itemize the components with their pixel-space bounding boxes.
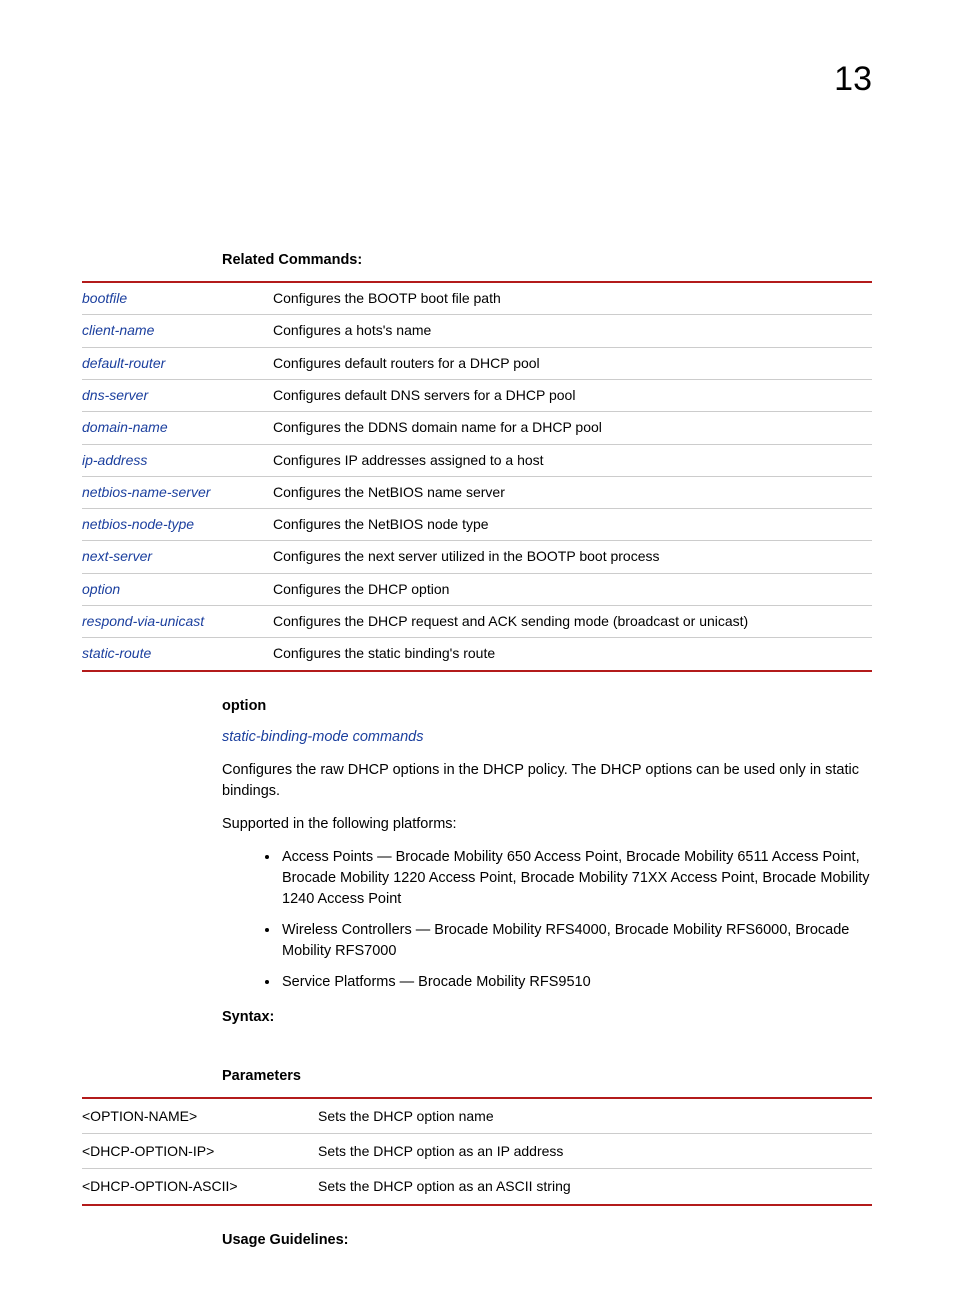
table-row: option Configures the DHCP option <box>82 573 872 605</box>
command-link[interactable]: option <box>82 581 120 597</box>
table-row: ip-address Configures IP addresses assign… <box>82 444 872 476</box>
heading-related-commands: Related Commands: <box>222 250 872 271</box>
list-item: Wireless Controllers — Brocade Mobility … <box>280 920 872 962</box>
command-link[interactable]: default-router <box>82 355 165 371</box>
table-row: next-server Configures the next server ut… <box>82 541 872 573</box>
param-description: Sets the DHCP option name <box>318 1098 872 1134</box>
command-description: Configures default DNS servers for a DHC… <box>273 379 872 411</box>
table-row: netbios-name-server Configures the NetBIO… <box>82 476 872 508</box>
param-name: <DHCP-OPTION-ASCII> <box>82 1169 318 1205</box>
param-description: Sets the DHCP option as an ASCII string <box>318 1169 872 1205</box>
table-row: netbios-node-type Configures the NetBIOS … <box>82 509 872 541</box>
table-row: <DHCP-OPTION-IP>Sets the DHCP option as … <box>82 1134 872 1169</box>
command-description: Configures the DDNS domain name for a DH… <box>273 412 872 444</box>
list-item: Service Platforms — Brocade Mobility RFS… <box>280 972 872 993</box>
command-description: Configures default routers for a DHCP po… <box>273 347 872 379</box>
command-link[interactable]: static-route <box>82 645 151 661</box>
table-row: static-route Configures the static bindin… <box>82 638 872 671</box>
command-link[interactable]: netbios-node-type <box>82 516 194 532</box>
table-row: domain-name Configures the DDNS domain na… <box>82 412 872 444</box>
table-row: client-name Configures a hots's name <box>82 315 872 347</box>
command-link[interactable]: domain-name <box>82 419 168 435</box>
heading-option: option <box>222 696 872 717</box>
heading-syntax: Syntax: <box>222 1007 872 1028</box>
command-description: Configures the NetBIOS node type <box>273 509 872 541</box>
command-description: Configures the DHCP option <box>273 573 872 605</box>
list-item: Access Points — Brocade Mobility 650 Acc… <box>280 847 872 910</box>
command-description: Configures the NetBIOS name server <box>273 476 872 508</box>
command-description: Configures the next server utilized in t… <box>273 541 872 573</box>
command-link[interactable]: respond-via-unicast <box>82 613 204 629</box>
option-description: Configures the raw DHCP options in the D… <box>222 760 872 802</box>
param-name: <OPTION-NAME> <box>82 1098 318 1134</box>
command-link[interactable]: next-server <box>82 548 152 564</box>
command-description: Configures a hots's name <box>273 315 872 347</box>
table-row: <DHCP-OPTION-ASCII>Sets the DHCP option … <box>82 1169 872 1205</box>
command-link[interactable]: netbios-name-server <box>82 484 210 500</box>
command-description: Configures the DHCP request and ACK send… <box>273 605 872 637</box>
command-link[interactable]: bootfile <box>82 290 127 306</box>
platforms-list: Access Points — Brocade Mobility 650 Acc… <box>222 847 872 993</box>
command-description: Configures IP addresses assigned to a ho… <box>273 444 872 476</box>
command-description: Configures the static binding's route <box>273 638 872 671</box>
parameters-table: <OPTION-NAME>Sets the DHCP option name<D… <box>82 1097 872 1206</box>
table-row: respond-via-unicast Configures the DHCP r… <box>82 605 872 637</box>
table-row: default-router Configures default routers… <box>82 347 872 379</box>
heading-parameters: Parameters <box>222 1066 872 1087</box>
command-link[interactable]: ip-address <box>82 452 147 468</box>
platforms-intro: Supported in the following platforms: <box>222 814 872 835</box>
related-commands-table: bootfile Configures the BOOTP boot file p… <box>82 281 872 672</box>
link-static-binding-mode[interactable]: static-binding-mode commands <box>222 729 423 745</box>
param-description: Sets the DHCP option as an IP address <box>318 1134 872 1169</box>
table-row: <OPTION-NAME>Sets the DHCP option name <box>82 1098 872 1134</box>
table-row: bootfile Configures the BOOTP boot file p… <box>82 282 872 315</box>
command-description: Configures the BOOTP boot file path <box>273 282 872 315</box>
command-link[interactable]: client-name <box>82 322 154 338</box>
table-row: dns-server Configures default DNS servers… <box>82 379 872 411</box>
page-number: 13 <box>834 55 872 104</box>
heading-usage-guidelines: Usage Guidelines: <box>222 1230 872 1251</box>
param-name: <DHCP-OPTION-IP> <box>82 1134 318 1169</box>
command-link[interactable]: dns-server <box>82 387 148 403</box>
